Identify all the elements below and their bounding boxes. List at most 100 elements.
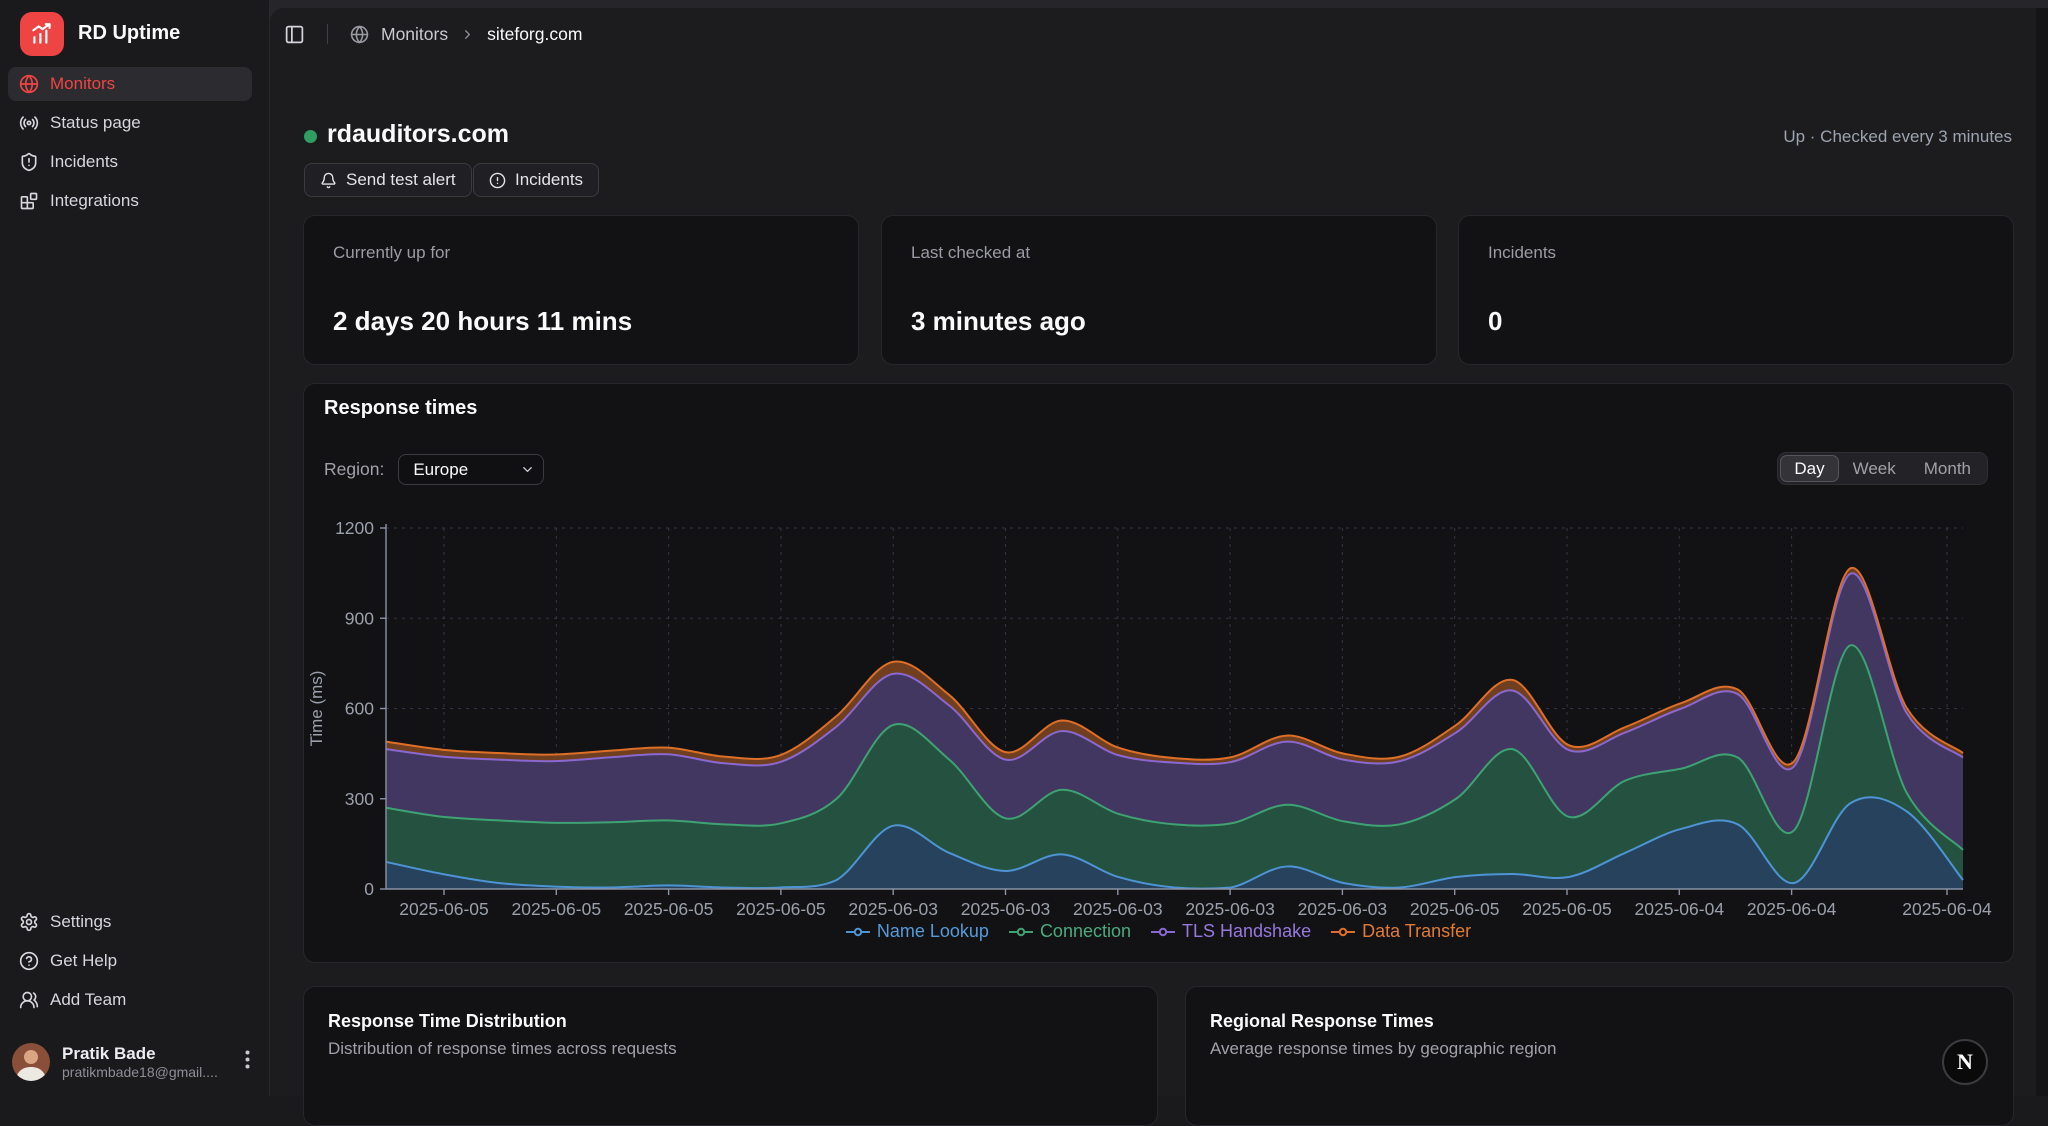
sidebar-item-label: Add Team	[50, 990, 126, 1010]
region-label: Region:	[324, 459, 384, 480]
breadcrumb-monitors[interactable]: Monitors	[381, 24, 448, 45]
incidents-label: Incidents	[515, 170, 583, 190]
more-vertical-icon[interactable]	[245, 1050, 250, 1074]
legend-marker-icon	[1331, 927, 1355, 937]
svg-text:2025-06-05: 2025-06-05	[1410, 899, 1500, 919]
region-select[interactable]: Europe	[398, 454, 544, 485]
chart-legend: Name Lookup Connection TLS Handshake Dat…	[304, 921, 2013, 942]
blocks-icon	[19, 191, 39, 211]
sidebar-item-label: Incidents	[50, 152, 118, 172]
svg-text:0: 0	[364, 879, 374, 899]
response-times-card: Response times Region: Europe Day Week M…	[303, 383, 2014, 963]
send-test-alert-button[interactable]: Send test alert	[304, 163, 472, 197]
nextjs-badge[interactable]: N	[1942, 1039, 1988, 1085]
globe-icon	[350, 25, 369, 44]
svg-text:2025-06-03: 2025-06-03	[1298, 899, 1388, 919]
stat-value: 2 days 20 hours 11 mins	[333, 306, 632, 337]
stat-card-uptime: Currently up for 2 days 20 hours 11 mins	[303, 215, 859, 365]
sidebar-item-get-help[interactable]: Get Help	[8, 944, 252, 978]
legend-item[interactable]: Name Lookup	[846, 921, 989, 942]
regional-response-card: Regional Response Times Average response…	[1185, 986, 2014, 1126]
sidebar-item-label: Settings	[50, 912, 111, 932]
sidebar-item-label: Get Help	[50, 951, 117, 971]
sidebar-item-monitors[interactable]: Monitors	[8, 67, 252, 101]
card-title: Response Time Distribution	[328, 1011, 567, 1032]
legend-label: Name Lookup	[877, 921, 989, 942]
svg-text:2025-06-03: 2025-06-03	[1185, 899, 1275, 919]
response-distribution-card: Response Time Distribution Distribution …	[303, 986, 1158, 1126]
sidebar-item-integrations[interactable]: Integrations	[8, 184, 252, 218]
sidebar-item-add-team[interactable]: Add Team	[8, 983, 252, 1017]
scrollbar-track[interactable]	[2036, 8, 2048, 1096]
card-subtitle: Distribution of response times across re…	[328, 1039, 677, 1059]
svg-text:2025-06-03: 2025-06-03	[1073, 899, 1163, 919]
breadcrumb-current[interactable]: siteforg.com	[487, 24, 582, 45]
stat-card-last-checked: Last checked at 3 minutes ago	[881, 215, 1437, 365]
svg-text:2025-06-05: 2025-06-05	[736, 899, 826, 919]
legend-marker-icon	[1151, 927, 1175, 937]
range-option-month[interactable]: Month	[1910, 455, 1985, 482]
svg-text:2025-06-05: 2025-06-05	[624, 899, 714, 919]
legend-label: Connection	[1040, 921, 1131, 942]
svg-text:900: 900	[345, 608, 374, 628]
app-name: RD Uptime	[78, 22, 180, 45]
avatar	[12, 1043, 50, 1081]
legend-label: TLS Handshake	[1182, 921, 1311, 942]
svg-text:2025-06-03: 2025-06-03	[848, 899, 938, 919]
alert-circle-icon	[489, 172, 506, 189]
status-dot	[304, 130, 317, 143]
send-test-alert-label: Send test alert	[346, 170, 456, 190]
response-times-title: Response times	[324, 397, 477, 420]
range-option-week[interactable]: Week	[1839, 455, 1910, 482]
region-row: Region: Europe	[324, 454, 544, 485]
globe-icon	[19, 74, 39, 94]
legend-item[interactable]: TLS Handshake	[1151, 921, 1311, 942]
legend-item[interactable]: Data Transfer	[1331, 921, 1471, 942]
svg-text:2025-06-04: 2025-06-04	[1635, 899, 1725, 919]
svg-text:600: 600	[345, 699, 374, 719]
svg-text:2025-06-04: 2025-06-04	[1902, 899, 1992, 919]
help-circle-icon	[19, 951, 39, 971]
legend-marker-icon	[846, 927, 870, 937]
shield-alert-icon	[19, 152, 39, 172]
status-summary: Up · Checked every 3 minutes	[1783, 127, 2012, 147]
response-times-chart[interactable]: 0 300 600 900 1200 2025-06-05 2025-06-05 2025-0…	[306, 509, 2006, 919]
sidebar-item-settings[interactable]: Settings	[8, 905, 252, 939]
incidents-button[interactable]: Incidents	[473, 163, 599, 197]
profile-name: Pratik Bade	[62, 1044, 218, 1064]
sidebar-item-incidents[interactable]: Incidents	[8, 145, 252, 179]
gear-icon	[19, 912, 39, 932]
svg-text:2025-06-03: 2025-06-03	[961, 899, 1051, 919]
app-logo[interactable]	[20, 12, 64, 56]
legend-item[interactable]: Connection	[1009, 921, 1131, 942]
profile-email: pratikmbade18@gmail....	[62, 1064, 218, 1081]
range-option-day[interactable]: Day	[1780, 455, 1838, 482]
users-icon	[19, 990, 39, 1010]
page-title: rdauditors.com	[327, 120, 509, 149]
sidebar-item-label: Integrations	[50, 191, 139, 211]
stat-label: Last checked at	[911, 243, 1030, 263]
user-profile[interactable]: Pratik Bade pratikmbade18@gmail....	[12, 1038, 258, 1086]
range-toggle: Day Week Month	[1777, 452, 1988, 485]
svg-text:2025-06-05: 2025-06-05	[1522, 899, 1612, 919]
card-subtitle: Average response times by geographic reg…	[1210, 1039, 1557, 1059]
stat-value: 3 minutes ago	[911, 306, 1086, 337]
stat-label: Currently up for	[333, 243, 450, 263]
card-title: Regional Response Times	[1210, 1011, 1434, 1032]
svg-text:2025-06-04: 2025-06-04	[1747, 899, 1837, 919]
legend-marker-icon	[1009, 927, 1033, 937]
stat-card-incidents: Incidents 0	[1458, 215, 2014, 365]
bar-chart-trend-icon	[29, 21, 55, 47]
stat-value: 0	[1488, 306, 1502, 337]
svg-text:300: 300	[345, 789, 374, 809]
legend-label: Data Transfer	[1362, 921, 1471, 942]
sidebar-toggle-icon[interactable]	[284, 24, 305, 45]
broadcast-icon	[19, 113, 39, 133]
chevron-right-icon	[460, 27, 475, 42]
sidebar-item-status-page[interactable]: Status page	[8, 106, 252, 140]
svg-text:1200: 1200	[335, 518, 374, 538]
bell-icon	[320, 172, 337, 189]
topbar: Monitors siteforg.com	[284, 8, 2028, 60]
svg-text:2025-06-05: 2025-06-05	[399, 899, 489, 919]
stat-label: Incidents	[1488, 243, 1556, 263]
